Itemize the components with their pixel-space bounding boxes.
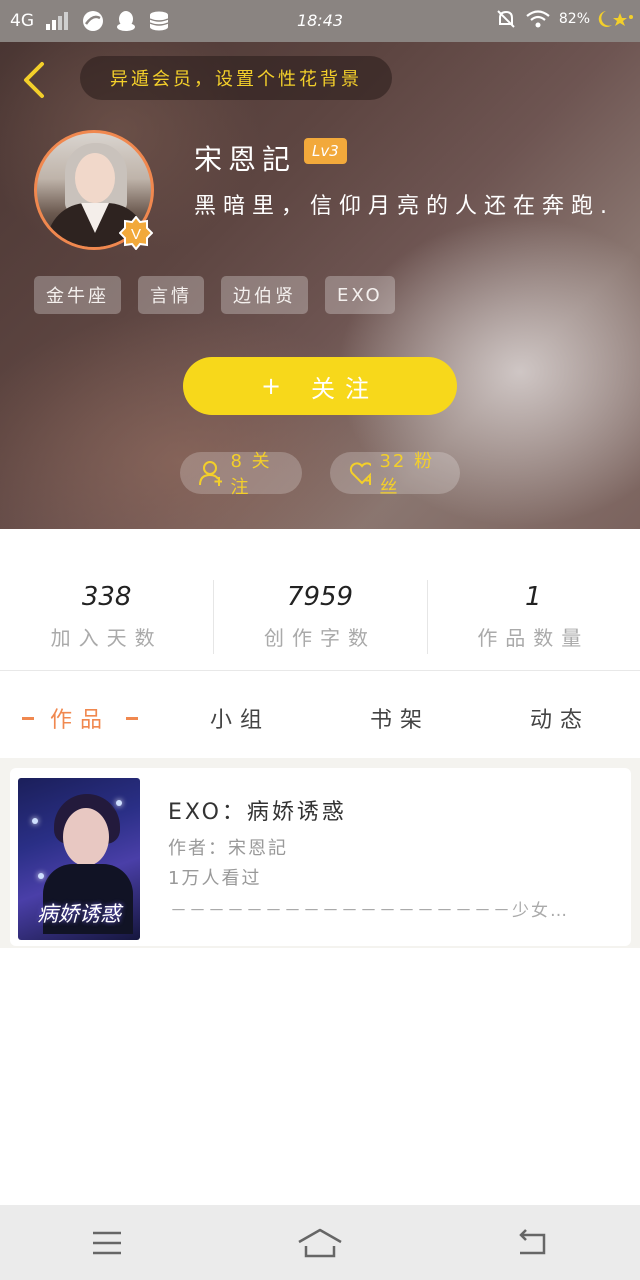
signature: 黑暗里，信仰月亮的人还在奔跑. <box>194 194 614 219</box>
back-button[interactable] <box>16 58 56 102</box>
add-user-icon <box>199 461 223 486</box>
level-badge: Lv3 <box>304 138 347 164</box>
stat-days-joined: 338 加入天数 <box>0 580 213 658</box>
stat-word-count: 7959 创作字数 <box>213 580 426 658</box>
home-button[interactable] <box>290 1218 350 1268</box>
username: 宋恩記 <box>194 143 297 176</box>
svg-text:V: V <box>131 226 141 243</box>
plus-icon: + <box>260 372 282 400</box>
system-nav-bar <box>0 1205 640 1280</box>
fans-button[interactable]: 32 粉丝 <box>330 451 460 498</box>
stat-label: 加入天数 <box>50 626 163 650</box>
signal-icon <box>46 12 70 30</box>
tab-works[interactable]: 作品 <box>0 690 160 746</box>
book-title: EXO：病娇诱惑 <box>168 800 347 825</box>
stats-row: 338 加入天数 7959 创作字数 1 作品数量 <box>0 580 640 658</box>
tag-list: 金牛座 言情 边伯贤 EXO <box>34 276 395 314</box>
status-bar: 4G 18:43 82% <box>0 0 640 42</box>
browser-icon <box>82 10 104 32</box>
profile-tabs: 作品 小组 书架 动态 <box>0 690 640 746</box>
book-author: 作者：宋恩記 <box>168 838 288 859</box>
stat-label: 作品数量 <box>477 626 590 650</box>
divider <box>0 670 640 671</box>
stat-value: 7959 <box>286 582 354 612</box>
qq-icon <box>116 10 136 32</box>
battery-icon <box>598 9 634 29</box>
menu-button[interactable] <box>77 1218 137 1268</box>
home-icon <box>298 1228 342 1257</box>
follow-button[interactable]: + 关注 <box>183 357 457 415</box>
tag-item[interactable]: 边伯贤 <box>221 276 308 314</box>
network-label: 4G <box>10 11 34 31</box>
cover-title: 病娇诱惑 <box>37 902 121 926</box>
stat-value: 1 <box>525 582 542 612</box>
stat-label: 创作字数 <box>263 626 376 650</box>
menu-icon <box>92 1231 121 1254</box>
tab-activity[interactable]: 动态 <box>480 690 640 746</box>
tag-item[interactable]: EXO <box>325 276 395 314</box>
return-icon <box>519 1228 546 1254</box>
tag-item[interactable]: 言情 <box>138 276 204 314</box>
battery-label: 82% <box>558 11 590 27</box>
book-cover: 病娇诱惑 <box>18 778 140 940</box>
follow-label: 关注 <box>311 374 380 403</box>
book-card[interactable]: 病娇诱惑 EXO：病娇诱惑 作者：宋恩記 1万人看过 －－－－－－－－－－－－－… <box>10 768 631 946</box>
profile-header: 异遁会员，设置个性花背景 V 宋恩記 Lv3 黑暗里，信仰月亮的人还在奔跑. 金… <box>0 42 640 529</box>
stat-works-count: 1 作品数量 <box>426 580 640 658</box>
fans-count: 32 粉丝 <box>379 451 435 498</box>
book-views: 1万人看过 <box>168 868 262 889</box>
tag-item[interactable]: 金牛座 <box>34 276 121 314</box>
book-intro: －－－－－－－－－－－－－－－－－－少女… <box>170 901 569 921</box>
vip-badge-icon: V <box>118 215 154 251</box>
mute-icon <box>495 8 517 30</box>
tab-bookshelf[interactable]: 书架 <box>320 690 480 746</box>
heart-plus-icon <box>349 462 372 485</box>
chevron-left-icon <box>24 62 44 98</box>
back-nav-button[interactable] <box>503 1218 563 1268</box>
tab-groups[interactable]: 小组 <box>160 690 320 746</box>
stat-value: 338 <box>81 582 132 612</box>
following-button[interactable]: 8 关注 <box>180 451 302 498</box>
wifi-icon <box>525 9 551 29</box>
following-count: 8 关注 <box>230 451 272 498</box>
storage-icon <box>148 10 170 32</box>
vip-background-banner[interactable]: 异遁会员，设置个性花背景 <box>80 56 392 100</box>
